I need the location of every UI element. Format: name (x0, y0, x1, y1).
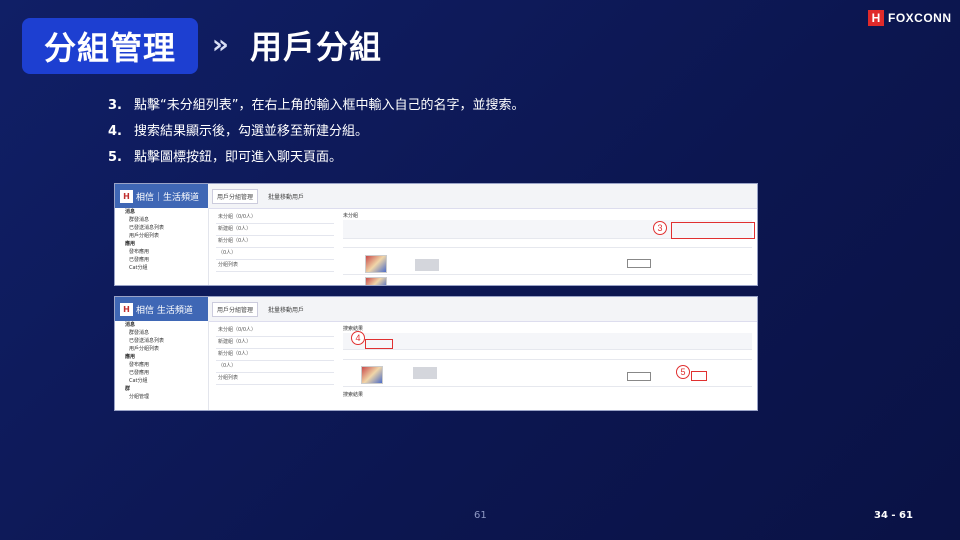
group-select[interactable] (627, 372, 651, 381)
foxconn-logo: H FOXCONN (868, 10, 952, 26)
step-item: 5. 點擊圖標按鈕，即可進入聊天頁面。 (108, 145, 524, 171)
table-header (343, 239, 752, 248)
tab-group-manage[interactable]: 用戶分組管理 (212, 301, 259, 317)
sidebar-item[interactable]: 用戶分組列表 (115, 345, 208, 353)
sidebar-group[interactable]: 消息 (115, 208, 208, 216)
app-header: H 相信 生活頻道 (115, 297, 208, 321)
tab-bar: 用戶分組管理 批量移動用戶 (208, 184, 757, 209)
app-title: 相信 生活頻道 (136, 305, 193, 316)
step-number: 3. (108, 98, 122, 113)
search-input-highlight[interactable] (671, 222, 755, 239)
group-list-item[interactable]: 新建組（0人） (216, 337, 334, 349)
sidebar-item[interactable]: 發布應用 (115, 361, 208, 369)
tab-batch-move[interactable]: 批量移動用戶 (268, 192, 304, 201)
user-avatar (365, 255, 387, 273)
sidebar: 消息 群發消息 已發送消息列表 用戶分組列表 應用 發布應用 已發應用 Cat分… (115, 208, 209, 285)
step-number: 5. (108, 150, 122, 165)
logo-mark-icon: H (868, 10, 884, 26)
page-number: 61 (474, 510, 487, 521)
table-row (343, 248, 752, 275)
main-panel: 未分組 (343, 208, 752, 285)
step-item: 3. 點擊“未分組列表”，在右上角的輸入框中輸入自己的名字，並搜索。 (108, 93, 524, 119)
chat-icon-button-highlight[interactable] (691, 371, 707, 381)
step-text: 點擊“未分組列表”，在右上角的輸入框中輸入自己的名字，並搜索。 (134, 98, 525, 113)
group-list-item[interactable]: 未分組（0/0人） (216, 325, 334, 337)
logo-text: FOXCONN (888, 11, 952, 25)
step-item: 4. 搜索結果顯示後，勾選並移至新建分組。 (108, 119, 524, 145)
group-list-item[interactable]: 新建組（0人） (216, 224, 334, 236)
app-logo-icon: H (120, 302, 133, 316)
screenshot-search-step: H 相信｜生活頻道 用戶分組管理 批量移動用戶 消息 群發消息 已發送消息列表 … (114, 183, 758, 286)
user-avatar (365, 277, 387, 285)
tab-batch-move[interactable]: 批量移動用戶 (268, 305, 304, 314)
screenshot-move-step: H 相信 生活頻道 用戶分組管理 批量移動用戶 消息 群發消息 已發送消息列表 … (114, 296, 758, 411)
main-panel: 搜索結果 搜索結果 (343, 321, 752, 410)
step-marker: 4 (351, 331, 365, 345)
move-group-select-highlight[interactable] (365, 339, 393, 349)
tab-group-manage[interactable]: 用戶分組管理 (212, 188, 259, 204)
redacted-name (415, 259, 439, 271)
step-text: 點擊圖標按鈕，即可進入聊天頁面。 (134, 150, 343, 165)
page-count: 34 - 61 (874, 510, 913, 521)
user-avatar (361, 366, 383, 384)
panel-title: 未分組 (343, 213, 359, 219)
sidebar-group[interactable]: 消息 (115, 321, 208, 329)
sidebar-item[interactable]: 發布應用 (115, 248, 208, 256)
page-subtitle: 用戶分組 (250, 28, 383, 66)
chevron-right-icon: » (212, 30, 229, 60)
step-marker: 3 (653, 221, 667, 235)
table-header (343, 351, 752, 360)
step-text: 搜索結果顯示後，勾選並移至新建分組。 (134, 124, 369, 139)
group-list-item[interactable]: 新分組（0人） (216, 236, 334, 248)
sidebar: 消息 群發消息 已發送消息列表 用戶分組列表 應用 發布應用 已發應用 Cat分… (115, 321, 209, 410)
sidebar-item[interactable]: Cat分組 (115, 377, 208, 385)
sidebar-item[interactable]: 分組管理 (115, 393, 208, 401)
sidebar-item[interactable]: 用戶分組列表 (115, 232, 208, 240)
sidebar-group[interactable]: 群 (115, 385, 208, 393)
search-toolbar (343, 333, 752, 350)
app-header: H 相信｜生活頻道 (115, 184, 208, 208)
sidebar-group[interactable]: 應用 (115, 240, 208, 248)
tab-bar: 用戶分組管理 批量移動用戶 (208, 297, 757, 322)
sidebar-item[interactable]: 群發消息 (115, 329, 208, 337)
group-list: 未分組（0/0人） 新建組（0人） 新分組（0人） （0人） 分組列表 (216, 212, 334, 272)
group-list-item[interactable]: 新分組（0人） (216, 349, 334, 361)
page-title: 分組管理 (22, 18, 198, 74)
group-list-item[interactable]: 分組列表 (216, 373, 334, 385)
app-title: 相信｜生活頻道 (136, 192, 200, 203)
sidebar-item[interactable]: 群發消息 (115, 216, 208, 224)
redacted-name (413, 367, 437, 379)
sidebar-item[interactable]: 已發送消息列表 (115, 337, 208, 345)
sidebar-item[interactable]: 已發送消息列表 (115, 224, 208, 232)
group-list-item[interactable]: （0人） (216, 361, 334, 373)
footer-label: 搜索結果 (343, 392, 364, 398)
step-number: 4. (108, 124, 122, 139)
app-logo-icon: H (120, 189, 133, 203)
instruction-steps: 3. 點擊“未分組列表”，在右上角的輸入框中輸入自己的名字，並搜索。 4. 搜索… (108, 93, 524, 171)
step-marker: 5 (676, 365, 690, 379)
group-list-item[interactable]: （0人） (216, 248, 334, 260)
group-list-item[interactable]: 未分組（0/0人） (216, 212, 334, 224)
group-list: 未分組（0/0人） 新建組（0人） 新分組（0人） （0人） 分組列表 (216, 325, 334, 385)
sidebar-item[interactable]: 已發應用 (115, 256, 208, 264)
sidebar-group[interactable]: 應用 (115, 353, 208, 361)
group-list-item[interactable]: 分組列表 (216, 260, 334, 272)
group-select[interactable] (627, 259, 651, 268)
sidebar-item[interactable]: 已發應用 (115, 369, 208, 377)
sidebar-item[interactable]: Cat分組 (115, 264, 208, 272)
